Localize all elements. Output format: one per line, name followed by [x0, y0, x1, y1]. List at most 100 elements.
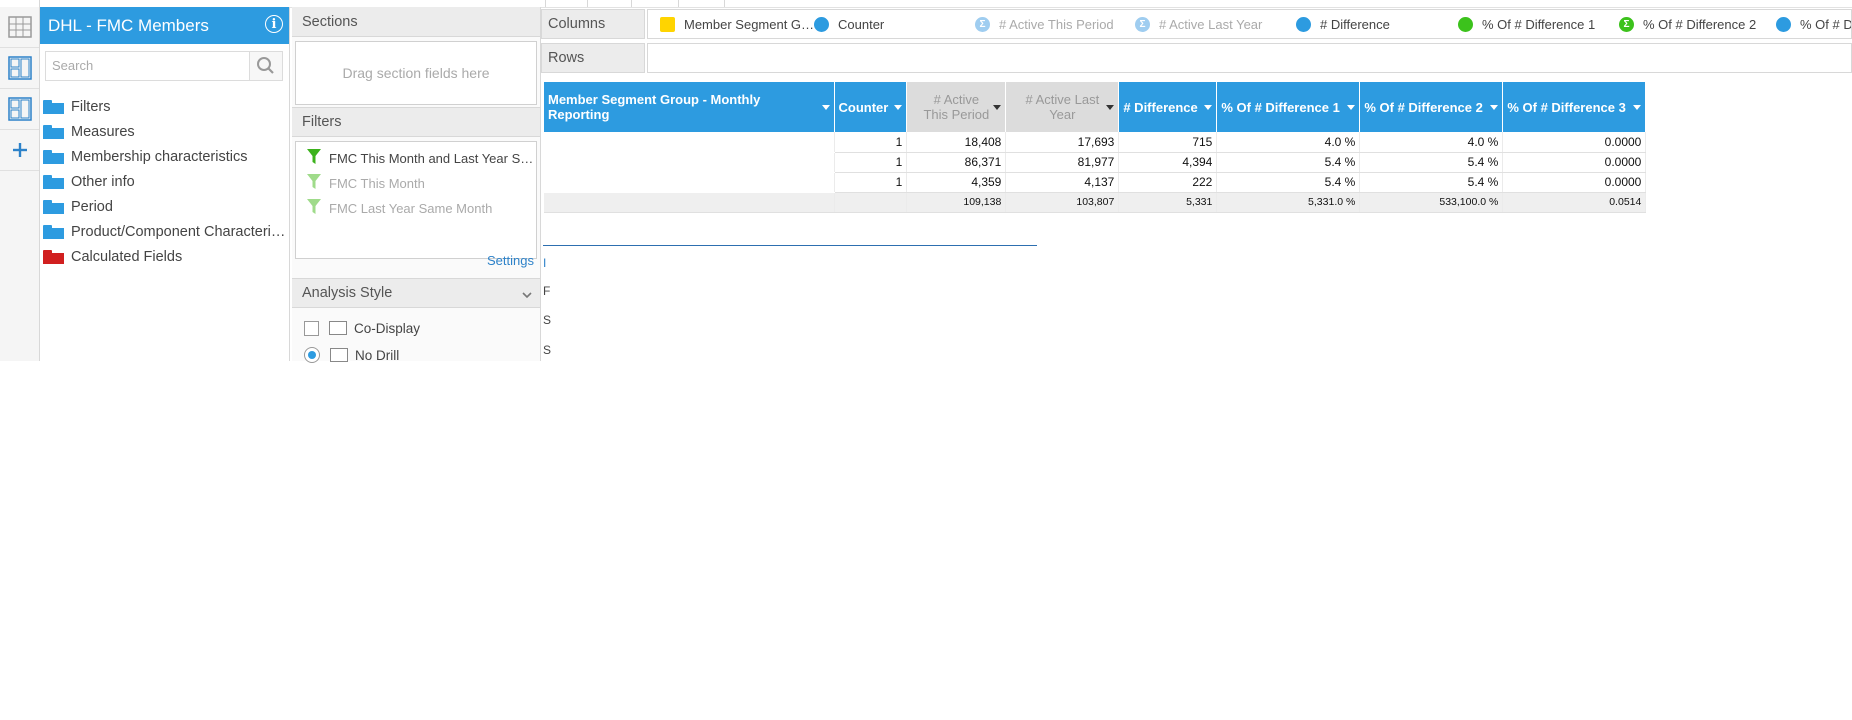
column-chip-label: % Of # Difference 2 — [1643, 16, 1757, 32]
table-cell — [544, 132, 835, 153]
table-cell: 715 — [1118, 132, 1218, 153]
column-chip-of-difference-2[interactable]: Σ % Of # Difference 2 — [1619, 10, 1756, 38]
table-cell: 0.0000 — [1502, 132, 1647, 153]
search-icon[interactable] — [249, 52, 282, 80]
table-cell: 1 — [834, 152, 908, 173]
metric-circle-icon — [1776, 16, 1791, 32]
sort-caret-icon[interactable] — [1633, 105, 1642, 110]
tree-item-other-info[interactable]: Other info — [43, 171, 286, 193]
table-cell: 4.0 % — [1359, 132, 1504, 153]
tree-item-membership-characteristics[interactable]: Membership characteristics — [43, 146, 286, 168]
settings-panel: Sections Drag section fields here Filter… — [292, 7, 541, 363]
column-header-active-last-year[interactable]: # Active Last Year — [1005, 82, 1120, 132]
table-cell: 81,977 — [1005, 152, 1120, 173]
total-row: 109,138 103,807 5,331 5,331.0 % 533,100.0 % 0… — [544, 192, 1647, 213]
rows-shelf[interactable] — [647, 43, 1852, 73]
co-display-checkbox[interactable] — [304, 320, 319, 336]
column-chip-label: % Of # Di — [1800, 16, 1852, 32]
sort-caret-icon[interactable] — [1204, 105, 1213, 110]
table-cell: 4,394 — [1118, 152, 1218, 173]
table-cell: 5,331 — [1118, 192, 1218, 213]
table-cell: 4,359 — [906, 172, 1007, 193]
no-drill-radio[interactable] — [304, 347, 320, 363]
column-chip-active-last-year[interactable]: Σ # Active Last Year — [1135, 10, 1262, 38]
tree-item-label: Product/Component Characteri… — [71, 224, 286, 240]
tree-item-label: Other info — [71, 174, 135, 190]
sections-header: Sections — [292, 7, 540, 37]
funnel-icon — [307, 198, 321, 218]
filter-item[interactable]: FMC Last Year Same Month — [307, 198, 532, 218]
table-row: 1 4,359 4,137 222 5.4 % 5.4 % 0.0000 — [544, 172, 1647, 193]
table-cell: 5.4 % — [1216, 172, 1361, 193]
column-header-active-this-period[interactable]: # Active This Period — [906, 82, 1007, 132]
search-input[interactable]: Search — [45, 51, 283, 81]
column-chip-active-this-period[interactable]: Σ # Active This Period — [975, 10, 1114, 38]
columns-shelf[interactable]: Member Segment G… Counter Σ # Active This P… — [647, 9, 1852, 39]
column-header-label: Member Segment Group - Monthly Reporting — [548, 92, 761, 122]
analysis-style-header[interactable]: Analysis Style — [292, 278, 540, 308]
column-header-counter[interactable]: Counter — [834, 82, 908, 132]
folder-icon — [43, 150, 64, 164]
sections-dropzone[interactable]: Drag section fields here — [295, 41, 537, 105]
tree-item-label: Period — [71, 199, 113, 215]
sort-caret-icon[interactable] — [1490, 105, 1499, 110]
no-drill-option[interactable]: No Drill — [304, 344, 399, 366]
column-header-label: % Of # Difference 3 — [1507, 99, 1626, 115]
analysis-style-label: Analysis Style — [302, 285, 393, 301]
table-cell — [544, 172, 835, 193]
info-icon[interactable]: i — [265, 15, 283, 33]
folder-icon — [43, 100, 64, 114]
add-icon[interactable] — [0, 130, 39, 171]
layout-view-icon[interactable] — [0, 48, 39, 89]
table-view-icon[interactable] — [0, 7, 39, 48]
no-drill-icon — [330, 348, 348, 362]
sort-caret-icon[interactable] — [821, 105, 830, 110]
folder-icon — [43, 200, 64, 214]
column-header-label: # Active This Period — [923, 92, 990, 122]
datasource-header: DHL - FMC Members i — [40, 7, 289, 44]
table-cell: 1 — [834, 132, 908, 153]
tree-item-filters[interactable]: Filters — [43, 96, 286, 118]
sort-caret-icon[interactable] — [1106, 105, 1115, 110]
tree-item-label: Filters — [71, 99, 111, 115]
column-header-member-segment-group-monthly-reporting[interactable]: Member Segment Group - Monthly Reporting — [544, 82, 835, 132]
table-cell: 1 — [834, 172, 908, 193]
filter-item[interactable]: FMC This Month and Last Year S… — [307, 148, 532, 168]
truncated-stub-text: F — [543, 284, 551, 298]
chevron-down-icon[interactable] — [522, 288, 532, 304]
tree-item-product-component-characteri[interactable]: Product/Component Characteri… — [43, 221, 286, 243]
column-header-difference[interactable]: # Difference — [1118, 82, 1218, 132]
funnel-icon — [307, 173, 321, 193]
column-chip-counter[interactable]: Counter — [814, 10, 884, 38]
data-fields-panel: DHL - FMC Members i Search Filters Measur… — [40, 7, 290, 361]
table-row: 1 86,371 81,977 4,394 5.4 % 5.4 % 0.0000 — [544, 152, 1647, 173]
left-tool-rail — [0, 7, 40, 361]
column-chip-of-difference-1[interactable]: % Of # Difference 1 — [1458, 10, 1595, 38]
column-header-of-difference-3[interactable]: % Of # Difference 3 — [1502, 82, 1647, 132]
column-header-of-difference-1[interactable]: % Of # Difference 1 — [1216, 82, 1361, 132]
metric-circle-icon — [1458, 16, 1473, 32]
folder-icon — [43, 125, 64, 139]
co-display-option[interactable]: Co-Display — [304, 317, 420, 339]
column-chip-member-segment-g[interactable]: Member Segment G… — [660, 10, 814, 38]
tree-item-calculated-fields[interactable]: Calculated Fields — [43, 246, 286, 268]
tree-item-label: Calculated Fields — [71, 249, 183, 265]
no-drill-label: No Drill — [355, 347, 400, 363]
table-cell: 222 — [1118, 172, 1218, 193]
sort-caret-icon[interactable] — [894, 105, 903, 110]
column-chip-label: # Active This Period — [999, 16, 1114, 32]
filter-settings-link[interactable]: Settings — [487, 253, 534, 268]
column-chip-of-di[interactable]: % Of # Di — [1776, 10, 1852, 38]
column-header-label: Counter — [838, 99, 889, 115]
sort-caret-icon[interactable] — [1347, 105, 1356, 110]
filter-item[interactable]: FMC This Month — [307, 173, 532, 193]
tree-item-measures[interactable]: Measures — [43, 121, 286, 143]
column-chip-difference[interactable]: # Difference — [1296, 10, 1390, 38]
sort-caret-icon[interactable] — [993, 105, 1002, 110]
filter-label: FMC This Month and Last Year S… — [329, 150, 532, 166]
column-header-of-difference-2[interactable]: % Of # Difference 2 — [1359, 82, 1504, 132]
tree-item-period[interactable]: Period — [43, 196, 286, 218]
table-cell: 17,693 — [1005, 132, 1120, 153]
dashboard-view-icon[interactable] — [0, 89, 39, 130]
table-cell: 0.0514 — [1502, 192, 1647, 213]
